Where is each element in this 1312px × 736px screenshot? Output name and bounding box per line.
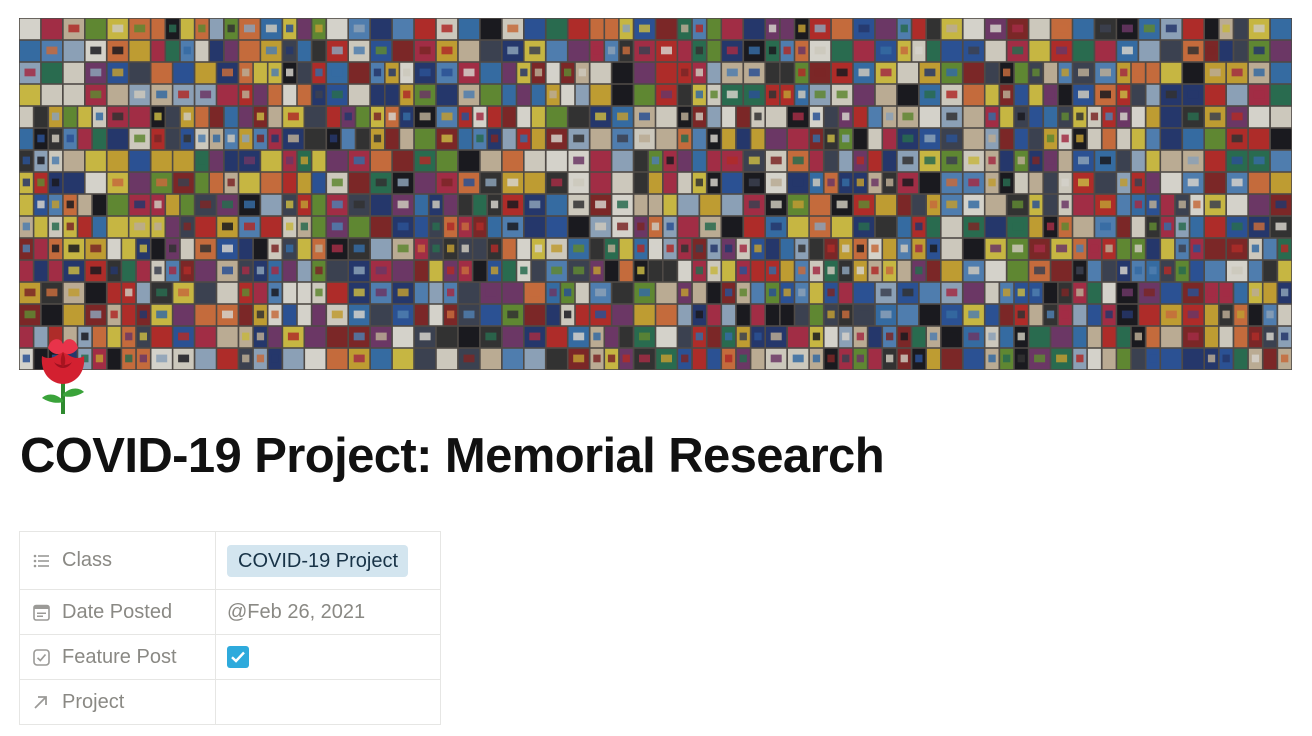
property-value-class[interactable]: COVID-19 Project (216, 532, 440, 589)
property-label: Feature Post (62, 645, 177, 668)
property-row-date-posted: Date Posted @Feb 26, 2021 (19, 590, 441, 635)
property-label: Date Posted (62, 600, 173, 623)
property-value-project[interactable] (216, 680, 440, 724)
date-value: @Feb 26, 2021 (227, 600, 366, 623)
checkmark-icon (231, 651, 245, 663)
property-name-feature-post[interactable]: Feature Post (20, 635, 216, 679)
checkbox-icon (32, 648, 50, 666)
memorial-quilt-mosaic (19, 18, 1292, 370)
cover-image[interactable] (19, 18, 1292, 370)
properties-table: Class COVID-19 Project Date Posted @Feb … (19, 531, 441, 725)
property-row-project: Project (19, 680, 441, 725)
property-label: Project (62, 690, 125, 713)
rose-icon[interactable] (30, 334, 96, 416)
property-row-class: Class COVID-19 Project (19, 532, 441, 590)
select-tag[interactable]: COVID-19 Project (227, 544, 409, 577)
property-name-date-posted[interactable]: Date Posted (20, 590, 216, 634)
cover-shade (19, 18, 1292, 370)
property-row-feature-post: Feature Post (19, 635, 441, 680)
calendar-icon (32, 603, 50, 621)
relation-arrow-icon (32, 693, 50, 711)
property-name-class[interactable]: Class (20, 532, 216, 589)
property-value-feature-post (216, 635, 440, 679)
list-icon (32, 552, 50, 570)
property-value-date-posted[interactable]: @Feb 26, 2021 (216, 590, 440, 634)
page-title[interactable]: COVID-19 Project: Memorial Research (20, 424, 885, 488)
property-name-project[interactable]: Project (20, 680, 216, 724)
property-label: Class (62, 549, 113, 571)
feature-post-checkbox[interactable] (227, 646, 249, 668)
